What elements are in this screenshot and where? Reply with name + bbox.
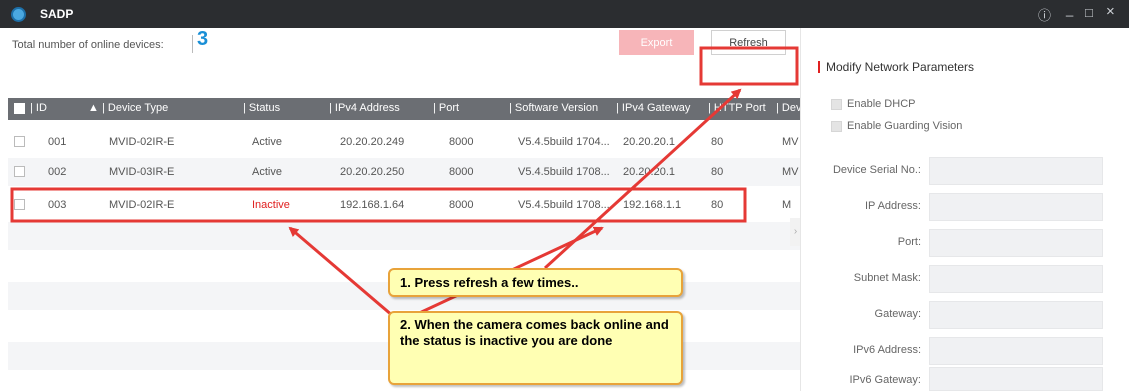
callout-camera-online: 2. When the camera comes back online and… [388,311,683,385]
arrow-to-inactive-row [288,226,401,324]
refresh-highlight-box [699,46,799,86]
callout-press-refresh: 1. Press refresh a few times.. [388,268,683,297]
inactive-row-highlight-box [10,187,747,223]
